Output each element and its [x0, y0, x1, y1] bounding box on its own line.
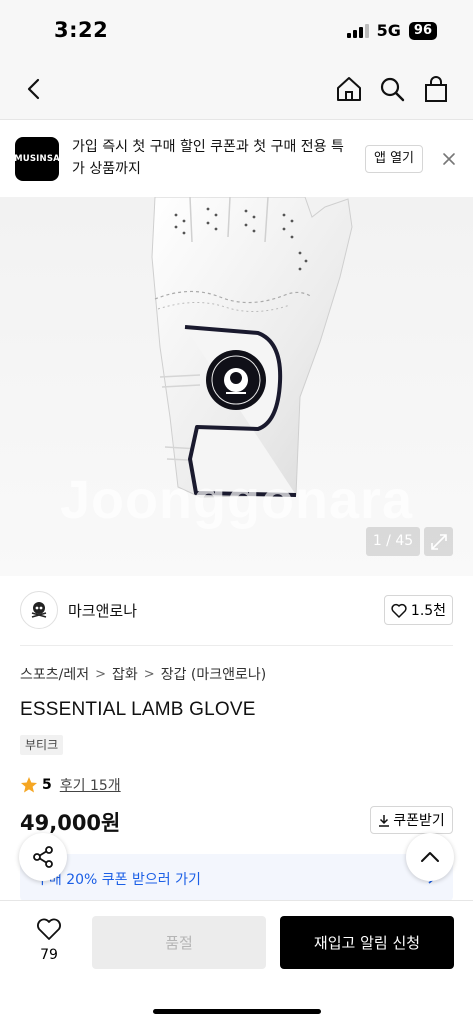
restock-alert-button[interactable]: 재입고 알림 신청 [280, 916, 454, 969]
get-coupon-button[interactable]: 쿠폰받기 [370, 806, 453, 834]
home-icon [337, 77, 361, 101]
top-navigation [0, 58, 473, 120]
search-icon [380, 77, 405, 102]
signal-icon [346, 23, 369, 38]
search-button[interactable] [375, 72, 409, 106]
status-time: 3:22 [54, 18, 109, 42]
bottom-action-bar: 79 품절 재입고 알림 신청 [0, 900, 473, 1024]
shopping-bag-icon [425, 76, 447, 102]
divider [20, 645, 453, 646]
chevron-left-icon [27, 78, 40, 100]
close-icon[interactable] [441, 151, 457, 167]
coupon-promo-bar[interactable]: 구매 20% 쿠폰 받으러 가기 [20, 854, 453, 902]
image-counter: 1 / 45 [366, 527, 420, 556]
expand-icon [430, 533, 447, 550]
chevron-up-icon [421, 852, 439, 862]
chevron-right-icon: > [95, 666, 107, 682]
skull-logo-icon [31, 602, 47, 618]
sold-out-button: 품절 [92, 916, 266, 969]
status-indicators: 5G 96 [346, 21, 437, 40]
breadcrumb-item[interactable]: 스포츠/레저 [20, 664, 89, 684]
product-price: 49,000원 [20, 811, 121, 835]
expand-button[interactable] [424, 527, 453, 556]
wishlist-count: 79 [40, 947, 58, 963]
musinsa-logo: MUSINSA [14, 137, 60, 181]
scroll-to-top-button[interactable] [406, 833, 454, 881]
wishlist-button[interactable]: 79 [30, 917, 68, 963]
brand-like-count: 1.5천 [410, 603, 447, 619]
heart-icon [391, 603, 407, 618]
brand-row[interactable]: 마크앤로나 1.5천 [0, 578, 473, 644]
breadcrumb-item[interactable]: 잡화 [112, 664, 138, 684]
download-icon [379, 814, 390, 827]
product-title: ESSENTIAL LAMB GLOVE [20, 699, 256, 720]
home-button[interactable] [332, 72, 366, 106]
back-button[interactable] [18, 72, 52, 106]
brand-like-button[interactable]: 1.5천 [384, 595, 453, 625]
chevron-right-icon: > [143, 666, 155, 682]
brand-name[interactable]: 마크앤로나 [68, 600, 137, 621]
brand-logo[interactable] [20, 591, 58, 629]
banner-message: 가입 즉시 첫 구매 할인 쿠폰과 첫 구매 전용 특가 상품까지 [72, 139, 344, 177]
status-bar: 3:22 5G 96 [0, 0, 473, 58]
breadcrumb-item[interactable]: 장갑 (마크앤로나) [161, 664, 267, 684]
rating-score: 5 [42, 777, 52, 793]
reviews-link[interactable]: 후기 15개 [60, 775, 121, 795]
home-indicator [153, 1009, 321, 1014]
star-icon [21, 777, 37, 793]
share-icon [33, 846, 53, 868]
open-app-button[interactable]: 앱 열기 [365, 145, 424, 173]
breadcrumb: 스포츠/레저 > 잡화 > 장갑 (마크앤로나) [20, 664, 266, 684]
share-button[interactable] [19, 833, 67, 881]
rating-row: 5 후기 15개 [20, 775, 121, 795]
coupon-button-label: 쿠폰받기 [393, 813, 445, 829]
watermark-text: Joonggonara [60, 470, 414, 530]
battery-icon: 96 [408, 21, 437, 40]
product-tag: 부티크 [20, 735, 64, 755]
network-label: 5G [376, 21, 401, 40]
cart-button[interactable] [419, 72, 453, 106]
app-install-banner: MUSINSA 가입 즉시 첫 구매 할인 쿠폰과 첫 구매 전용 특가 상품까… [0, 121, 473, 197]
heart-icon [37, 918, 61, 940]
product-image-gallery[interactable]: Joonggonara 1 / 45 [0, 197, 473, 576]
